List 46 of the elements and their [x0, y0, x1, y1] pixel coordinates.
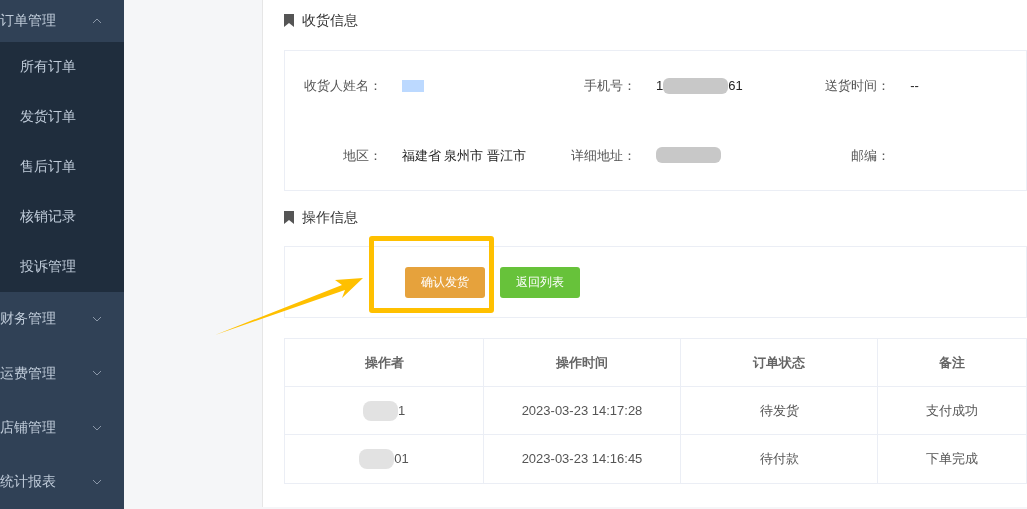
menu-item[interactable]: 运费管理 — [0, 346, 124, 401]
field-label: 送货时间： — [824, 77, 891, 95]
table-cell-text: 下单完成 — [925, 450, 979, 469]
submenu-item[interactable]: 核销记录 — [0, 191, 124, 242]
table-cell: 2023-03-23 14:16:45 — [484, 435, 681, 483]
chevron-down-icon — [92, 478, 102, 485]
table-cell: 待付款 — [681, 435, 878, 483]
field-value: -- — [910, 77, 919, 95]
table-cell-text: 01 — [394, 450, 409, 469]
table-cell-text: 支付成功 — [925, 401, 979, 420]
field-label: 邮编： — [850, 146, 891, 165]
chevron-up-icon — [92, 17, 102, 24]
submenu-item[interactable]: 售后订单 — [0, 141, 124, 192]
bookmark-icon — [284, 210, 294, 224]
field-value: 1 — [656, 77, 664, 95]
column-header: 备注 — [938, 353, 966, 372]
bookmark-icon — [284, 13, 294, 27]
field-value: 61 — [728, 77, 743, 95]
menu-item[interactable]: 统计报表 — [0, 454, 124, 509]
field-value: 福建省 泉州市 晋江市 — [401, 146, 526, 165]
column-header: 操作时间 — [484, 339, 681, 386]
table-cell-text: 1 — [397, 401, 406, 420]
redacted-block — [362, 400, 398, 421]
section-title: 收货信息 — [302, 10, 358, 30]
menu-item[interactable]: 财务管理 — [0, 291, 124, 347]
section-title: 操作信息 — [302, 207, 358, 227]
table-cell: 2023-03-23 14:17:28 — [484, 387, 681, 434]
column-header: 操作者 — [285, 339, 484, 386]
submenu-item[interactable]: 所有订单 — [0, 41, 124, 92]
chevron-down-icon — [92, 370, 102, 377]
field-label: 收货人姓名： — [302, 77, 382, 95]
field-label: 手机号： — [583, 77, 637, 95]
table-cell: 待发货 — [681, 387, 878, 434]
redacted-block — [656, 147, 722, 164]
redacted-block — [401, 79, 424, 92]
column-header: 订单状态 — [681, 339, 878, 386]
redacted-block — [359, 449, 395, 469]
field-label: 地区： — [341, 146, 382, 165]
redacted-block — [663, 77, 729, 94]
field-label: 详细地址： — [570, 146, 637, 165]
chevron-down-icon — [92, 315, 102, 322]
menu-item[interactable]: 店铺管理 — [0, 400, 124, 455]
menu-item[interactable]: 订单管理 — [0, 0, 124, 42]
submenu-item[interactable]: 投诉管理 — [0, 241, 124, 292]
submenu-item[interactable]: 发货订单 — [0, 91, 124, 142]
chevron-down-icon — [92, 424, 102, 431]
